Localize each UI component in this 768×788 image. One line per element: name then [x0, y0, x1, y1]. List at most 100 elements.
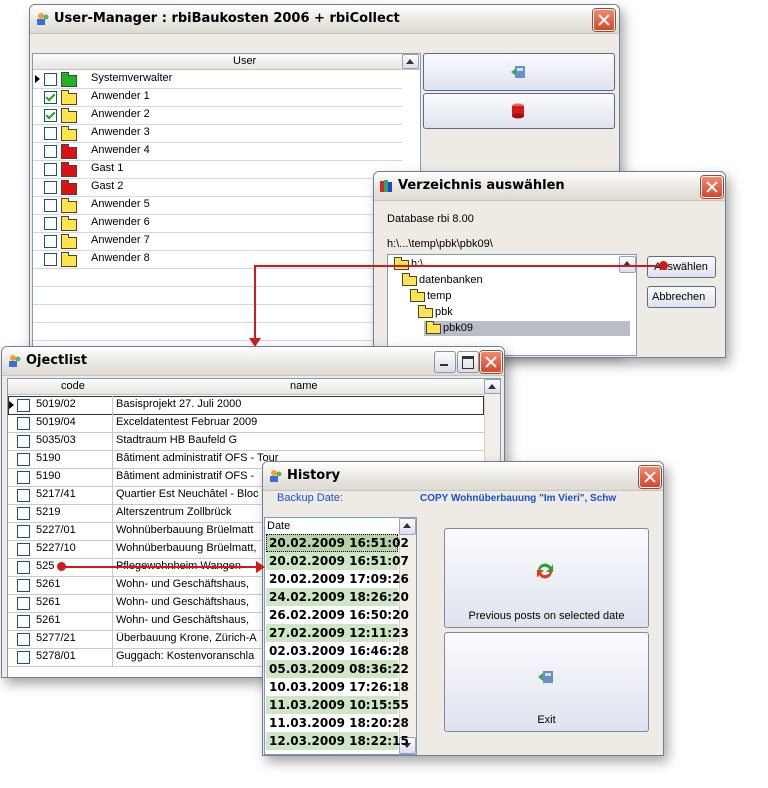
- window-title: User-Manager : rbiBaukosten 2006 + rbiCo…: [54, 11, 400, 26]
- cancel-button[interactable]: Abbrechen: [647, 286, 716, 308]
- column-divider: [112, 486, 113, 504]
- scroll-up-button[interactable]: [402, 54, 419, 69]
- scroll-up-button[interactable]: [484, 379, 500, 394]
- user-row[interactable]: Anwender 4: [33, 142, 402, 161]
- date-value: 20.02.2009 17:09:26: [269, 572, 409, 586]
- object-row[interactable]: 5035/03 Stadtraum HB Baufeld G: [8, 432, 484, 451]
- object-checkbox[interactable]: [17, 399, 30, 412]
- title-bar: Verzeichnis auswählen: [374, 172, 725, 201]
- user-checkbox[interactable]: [44, 253, 57, 266]
- folder-icon: [61, 234, 77, 249]
- user-row[interactable]: Systemverwalter: [33, 70, 402, 89]
- date-row[interactable]: 27.02.2009 12:11:23: [266, 624, 409, 642]
- folder-tree[interactable]: h:\ datenbanken temp pbk pbk09: [387, 254, 637, 356]
- close-button[interactable]: [701, 176, 723, 198]
- user-checkbox[interactable]: [44, 181, 57, 194]
- user-checkbox[interactable]: [44, 73, 57, 86]
- date-row[interactable]: 20.02.2009 16:51:02: [266, 534, 409, 552]
- close-button[interactable]: [480, 351, 502, 373]
- object-checkbox[interactable]: [17, 633, 30, 646]
- object-checkbox[interactable]: [17, 525, 30, 538]
- object-code: 5035/03: [36, 434, 76, 446]
- user-name: Anwender 7: [91, 234, 150, 246]
- date-value: 27.02.2009 12:11:23: [269, 626, 409, 640]
- date-row[interactable]: 20.02.2009 16:51:07: [266, 552, 409, 570]
- scroll-up-button[interactable]: [399, 518, 416, 535]
- column-header-code[interactable]: code: [61, 380, 85, 392]
- user-checkbox[interactable]: [44, 145, 57, 158]
- user-row[interactable]: Anwender 2: [33, 106, 402, 125]
- object-code: 5261: [36, 614, 61, 626]
- user-checkbox[interactable]: [44, 91, 57, 104]
- folder-icon: [61, 162, 77, 177]
- object-checkbox[interactable]: [17, 417, 30, 430]
- date-row[interactable]: 11.03.2009 18:20:28: [266, 714, 409, 732]
- database-button[interactable]: [423, 93, 615, 129]
- column-divider: [112, 540, 113, 558]
- folder-icon: [61, 108, 77, 123]
- date-row[interactable]: 12.03.2009 18:22:15: [266, 732, 409, 750]
- path-label: h:\...\temp\pbk\pbk09\: [387, 238, 493, 250]
- user-checkbox[interactable]: [44, 109, 57, 122]
- minimize-button[interactable]: [434, 351, 456, 373]
- connector-line: [60, 566, 260, 568]
- close-button[interactable]: [639, 466, 661, 488]
- exit-button[interactable]: Exit: [444, 632, 649, 732]
- folder-icon: [61, 180, 77, 195]
- object-checkbox[interactable]: [17, 615, 30, 628]
- user-row[interactable]: Anwender 3: [33, 124, 402, 143]
- user-row[interactable]: Gast 2: [33, 178, 402, 197]
- close-button[interactable]: [593, 9, 615, 31]
- object-checkbox[interactable]: [17, 435, 30, 448]
- date-row[interactable]: 20.02.2009 17:09:26: [266, 570, 409, 588]
- user-row[interactable]: Anwender 1: [33, 88, 402, 107]
- column-header-user[interactable]: User: [233, 55, 256, 67]
- connector-line: [254, 265, 664, 267]
- object-row[interactable]: 5019/02 Basisprojekt 27. Juli 2000: [8, 396, 484, 415]
- user-row[interactable]: Anwender 7: [33, 232, 402, 251]
- tree-item[interactable]: pbk09: [424, 321, 630, 336]
- user-checkbox[interactable]: [44, 217, 57, 230]
- object-checkbox[interactable]: [17, 579, 30, 592]
- object-row[interactable]: 5019/04 Exceldatentest Februar 2009: [8, 414, 484, 433]
- object-checkbox[interactable]: [17, 651, 30, 664]
- object-checkbox[interactable]: [17, 507, 30, 520]
- previous-posts-button[interactable]: Previous posts on selected date: [444, 528, 649, 628]
- date-row[interactable]: 10.03.2009 17:26:18: [266, 678, 409, 696]
- date-list[interactable]: Date 20.02.2009 16:51:02 20.02.2009 16:51…: [264, 517, 417, 755]
- user-checkbox[interactable]: [44, 199, 57, 212]
- date-row[interactable]: 02.03.2009 16:46:28: [266, 642, 409, 660]
- object-checkbox[interactable]: [17, 471, 30, 484]
- column-header-name[interactable]: name: [290, 380, 318, 392]
- object-checkbox[interactable]: [17, 561, 30, 574]
- object-checkbox[interactable]: [17, 597, 30, 610]
- folder-open-icon: [402, 273, 417, 286]
- column-divider: [112, 432, 113, 450]
- date-header[interactable]: Date: [267, 520, 290, 532]
- user-row[interactable]: Anwender 5: [33, 196, 402, 215]
- select-button[interactable]: Auswählen: [647, 256, 716, 278]
- user-name: Anwender 6: [91, 216, 150, 228]
- maximize-button[interactable]: [457, 351, 479, 373]
- user-grid[interactable]: User Systemverwalter Anwender 1 Anwender 2…: [32, 53, 421, 350]
- connector-dot: [659, 261, 668, 270]
- user-row[interactable]: Anwender 6: [33, 214, 402, 233]
- date-row[interactable]: 24.02.2009 18:26:20: [266, 588, 409, 606]
- object-code: 5019/04: [36, 416, 76, 428]
- object-code: 5217/41: [36, 488, 76, 500]
- date-row[interactable]: 26.02.2009 16:50:20: [266, 606, 409, 624]
- date-row[interactable]: 11.03.2009 10:15:55: [266, 696, 409, 714]
- object-code: 5278/01: [36, 650, 76, 662]
- connector-line: [254, 265, 256, 340]
- user-checkbox[interactable]: [44, 163, 57, 176]
- folder-icon: [61, 252, 77, 267]
- user-checkbox[interactable]: [44, 235, 57, 248]
- users-icon: [269, 469, 283, 483]
- user-row[interactable]: Gast 1: [33, 160, 402, 179]
- user-checkbox[interactable]: [44, 127, 57, 140]
- import-button[interactable]: [423, 53, 615, 91]
- object-checkbox[interactable]: [17, 453, 30, 466]
- object-checkbox[interactable]: [17, 543, 30, 556]
- object-checkbox[interactable]: [17, 489, 30, 502]
- date-row[interactable]: 05.03.2009 08:36:22: [266, 660, 409, 678]
